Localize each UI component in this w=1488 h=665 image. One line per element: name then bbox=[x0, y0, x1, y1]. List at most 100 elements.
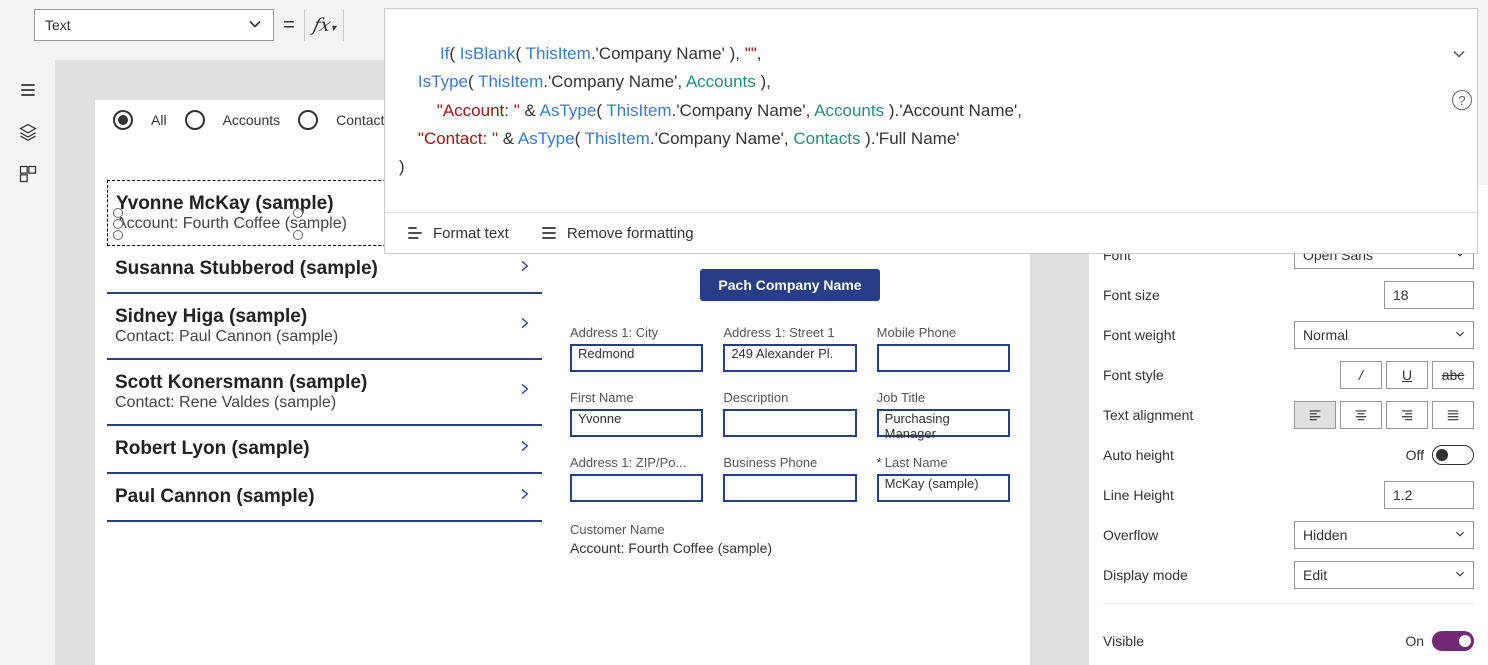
prop-textalign-label: Text alignment bbox=[1103, 407, 1294, 423]
gallery-item-subtitle: Contact: Paul Cannon (sample) bbox=[115, 328, 534, 346]
form-field: Mobile Phone bbox=[877, 325, 1010, 372]
gallery-item-title: Sidney Higa (sample) bbox=[115, 306, 534, 328]
prop-overflow-label: Overflow bbox=[1103, 527, 1294, 543]
form-field: Job Title Purchasing Manager bbox=[877, 390, 1010, 437]
chevron-down-icon bbox=[245, 14, 265, 37]
customer-name-label: Customer Name bbox=[570, 522, 1010, 537]
remove-formatting-button[interactable]: Remove formatting bbox=[539, 223, 694, 243]
prop-overflow-select[interactable]: Hidden bbox=[1294, 521, 1474, 549]
form-field: Address 1: ZIP/Po... bbox=[570, 455, 703, 502]
prop-lineheight-input[interactable]: 1.2 bbox=[1384, 481, 1474, 509]
field-input[interactable]: 249 Alexander Pl. bbox=[723, 344, 856, 372]
gallery-item-title: Susanna Stubberod (sample) bbox=[115, 258, 534, 280]
radio-accounts-label: Accounts bbox=[223, 112, 281, 128]
form-field: Business Phone bbox=[723, 455, 856, 502]
gallery-item[interactable]: Paul Cannon (sample) bbox=[107, 474, 542, 522]
form-field: *Last Name McKay (sample) bbox=[877, 455, 1010, 502]
field-label: Address 1: ZIP/Po... bbox=[570, 455, 703, 470]
property-dropdown-label: Text bbox=[45, 17, 71, 33]
prop-fontstyle-group: / U abc bbox=[1340, 361, 1474, 389]
fx-button[interactable]: 𝑓𝑥▾ bbox=[304, 9, 344, 41]
radio-all[interactable] bbox=[113, 110, 133, 130]
left-rail bbox=[0, 60, 55, 660]
chevron-down-icon bbox=[1453, 567, 1467, 584]
italic-button[interactable]: / bbox=[1340, 361, 1382, 389]
layers-icon[interactable] bbox=[18, 122, 38, 142]
align-justify-button[interactable] bbox=[1432, 401, 1474, 429]
format-text-button[interactable]: Format text bbox=[405, 223, 509, 243]
field-label: First Name bbox=[570, 390, 703, 405]
strikethrough-button[interactable]: abc bbox=[1432, 361, 1474, 389]
field-input[interactable] bbox=[723, 474, 856, 502]
prop-autoheight-toggle[interactable] bbox=[1432, 445, 1474, 465]
prop-autoheight-value: Off bbox=[1406, 447, 1424, 463]
help-icon[interactable]: ? bbox=[1452, 90, 1472, 110]
field-input[interactable] bbox=[723, 409, 856, 437]
properties-panel: Text Account: Fourth Coffee (sample) Fon… bbox=[1088, 185, 1488, 665]
radio-all-label: All bbox=[151, 112, 167, 128]
chevron-right-icon[interactable] bbox=[516, 377, 532, 407]
radio-contacts[interactable] bbox=[298, 110, 318, 130]
underline-button[interactable]: U bbox=[1386, 361, 1428, 389]
field-label: Address 1: City bbox=[570, 325, 703, 340]
gallery-item-subtitle: Contact: Rene Valdes (sample) bbox=[115, 394, 534, 412]
prop-fontsize-label: Font size bbox=[1103, 287, 1384, 303]
align-center-button[interactable] bbox=[1340, 401, 1382, 429]
gallery-item[interactable]: Robert Lyon (sample) bbox=[107, 426, 542, 474]
field-label: Description bbox=[723, 390, 856, 405]
field-input[interactable]: Yvonne bbox=[570, 409, 703, 437]
prop-fontstyle-label: Font style bbox=[1103, 367, 1340, 383]
gallery-item-title: Robert Lyon (sample) bbox=[115, 438, 534, 460]
patch-button[interactable]: Pach Company Name bbox=[700, 269, 880, 301]
hamburger-icon[interactable] bbox=[18, 80, 38, 100]
chevron-down-icon: ▾ bbox=[331, 23, 336, 34]
prop-fontweight-select[interactable]: Normal bbox=[1294, 321, 1474, 349]
form-field: Description bbox=[723, 390, 856, 437]
prop-visible-label: Visible bbox=[1103, 633, 1405, 649]
gallery-item-title: Scott Konersmann (sample) bbox=[115, 372, 534, 394]
chevron-down-icon bbox=[1453, 527, 1467, 544]
gallery-item[interactable]: Scott Konersmann (sample)Contact: Rene V… bbox=[107, 360, 542, 426]
prop-fontsize-input[interactable]: 18 bbox=[1384, 281, 1474, 309]
align-right-button[interactable] bbox=[1386, 401, 1428, 429]
prop-lineheight-label: Line Height bbox=[1103, 487, 1384, 503]
components-icon[interactable] bbox=[18, 164, 38, 184]
field-input[interactable]: Redmond bbox=[570, 344, 703, 372]
align-left-button[interactable] bbox=[1294, 401, 1336, 429]
prop-fontweight-label: Font weight bbox=[1103, 327, 1294, 343]
form-field: Address 1: City Redmond bbox=[570, 325, 703, 372]
filter-radio-row: All Accounts Contacts bbox=[113, 110, 391, 130]
chevron-right-icon[interactable] bbox=[516, 311, 532, 341]
customer-name-value: Account: Fourth Coffee (sample) bbox=[570, 540, 1010, 556]
equals-label: = bbox=[274, 14, 304, 37]
form-field: First Name Yvonne bbox=[570, 390, 703, 437]
prop-displaymode-label: Display mode bbox=[1103, 567, 1294, 583]
field-label: *Last Name bbox=[877, 455, 1010, 470]
field-input[interactable] bbox=[877, 344, 1010, 372]
prop-textalign-group bbox=[1294, 401, 1474, 429]
chevron-right-icon[interactable] bbox=[516, 482, 532, 512]
form-field: Address 1: Street 1 249 Alexander Pl. bbox=[723, 325, 856, 372]
formula-bar[interactable]: If( IsBlank( ThisItem.'Company Name' ), … bbox=[384, 8, 1478, 254]
prop-displaymode-select[interactable]: Edit bbox=[1294, 561, 1474, 589]
property-dropdown[interactable]: Text bbox=[34, 9, 274, 41]
gallery-item-title: Paul Cannon (sample) bbox=[115, 486, 534, 508]
field-label: Business Phone bbox=[723, 455, 856, 470]
radio-accounts[interactable] bbox=[185, 110, 205, 130]
format-text-label: Format text bbox=[433, 225, 509, 242]
field-input[interactable]: Purchasing Manager bbox=[877, 409, 1010, 437]
field-label: Address 1: Street 1 bbox=[723, 325, 856, 340]
field-input[interactable]: McKay (sample) bbox=[877, 474, 1010, 502]
gallery-item[interactable]: Sidney Higa (sample)Contact: Paul Cannon… bbox=[107, 294, 542, 360]
chevron-down-icon bbox=[1453, 327, 1467, 344]
field-label: Job Title bbox=[877, 390, 1010, 405]
patch-button-label: Pach Company Name bbox=[718, 277, 861, 293]
chevron-right-icon[interactable] bbox=[516, 254, 532, 284]
prop-visible-value: On bbox=[1405, 633, 1424, 649]
field-input[interactable] bbox=[570, 474, 703, 502]
prop-visible-toggle[interactable] bbox=[1432, 631, 1474, 651]
prop-autoheight-label: Auto height bbox=[1103, 447, 1406, 463]
chevron-right-icon[interactable] bbox=[516, 434, 532, 464]
remove-formatting-label: Remove formatting bbox=[567, 225, 694, 242]
field-label: Mobile Phone bbox=[877, 325, 1010, 340]
